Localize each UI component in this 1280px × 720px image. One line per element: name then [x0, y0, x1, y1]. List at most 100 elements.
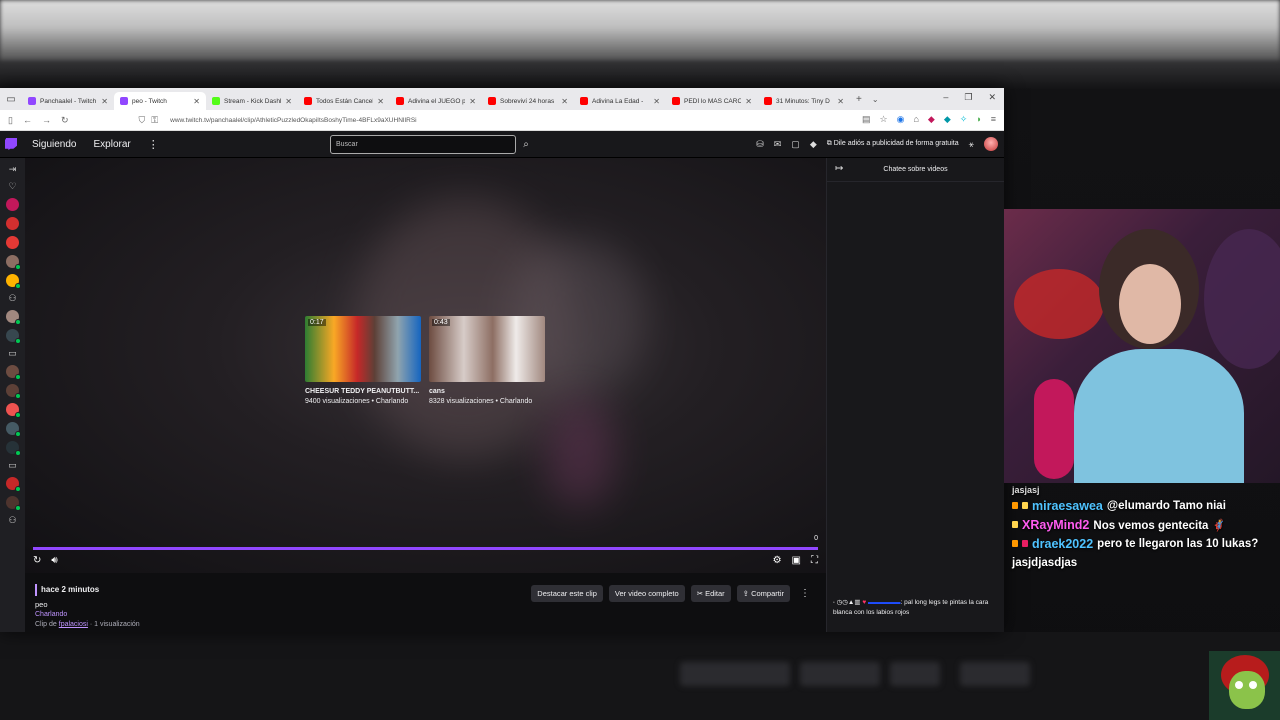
volume-icon[interactable]: 🔊︎ — [51, 555, 57, 566]
sidebar-toggle-icon[interactable]: ▯ — [8, 115, 13, 126]
ad-free-button[interactable]: ⧉ Dile adiós a publicidad de forma gratu… — [827, 140, 959, 148]
tab-list-icon[interactable]: ▭ — [0, 94, 22, 105]
bookmark-star-icon[interactable]: ☆ — [880, 114, 888, 125]
more-options-icon[interactable]: ⋮ — [800, 588, 810, 599]
share-button[interactable]: ⇪ Compartir — [736, 585, 790, 602]
feature-clip-button[interactable]: Destacar este clip — [531, 585, 603, 602]
browser-menu-icon[interactable]: ≡ — [991, 114, 996, 125]
clip-title[interactable]: CHEESUR TEDDY PEANUTBUTT... — [305, 388, 421, 395]
clip-thumbnail[interactable]: 0:43 — [429, 316, 545, 382]
followed-channel-avatar[interactable] — [6, 477, 21, 492]
followed-channel-avatar[interactable] — [6, 329, 21, 344]
progress-bar[interactable] — [33, 547, 818, 550]
forward-icon[interactable]: → — [42, 115, 51, 126]
whispers-icon[interactable]: ▢ — [791, 139, 800, 150]
tab-close-icon[interactable]: ✕ — [285, 97, 292, 106]
extension-icon[interactable]: ◗ — [976, 114, 981, 125]
tab-close-icon[interactable]: ✕ — [653, 97, 660, 106]
browser-tab[interactable]: PEDÍ lo MÁS CARO ✕ — [666, 92, 758, 110]
followed-channel-avatar[interactable] — [6, 217, 19, 230]
followed-channel-avatar[interactable] — [6, 496, 21, 511]
followed-channel-avatar[interactable] — [6, 310, 21, 325]
chat-badge-icon — [1022, 502, 1028, 509]
reload-icon[interactable]: ↻ — [61, 115, 69, 126]
tab-close-icon[interactable]: ✕ — [561, 97, 568, 106]
extension-icon[interactable]: ⌂ — [913, 114, 918, 125]
webcam-overlay — [1004, 209, 1280, 483]
add-friend-icon[interactable]: ⚇ — [7, 515, 19, 526]
tab-title: Panchaalel - Twitch — [40, 97, 97, 105]
clip-category[interactable]: Charlando — [35, 611, 67, 618]
share-icon: ⇪ — [742, 589, 749, 598]
translate-extension-icon[interactable]: ⚹ — [969, 139, 974, 150]
followed-channel-avatar[interactable] — [6, 255, 21, 270]
fullscreen-icon[interactable]: ⛶ — [811, 555, 818, 566]
more-icon[interactable]: ⋮ — [148, 138, 159, 151]
tab-close-icon[interactable]: ✕ — [377, 97, 384, 106]
clip-actions: Destacar este clip Ver video completo ✂ … — [531, 585, 810, 602]
recommended-clip[interactable]: 0:43 cans 8328 visualizaciones • Charlan… — [429, 316, 545, 405]
browser-tab[interactable]: 31 Minutos: Tiny D ✕ — [758, 92, 850, 110]
video-player[interactable]: 0:17 CHEESUR TEDDY PEANUTBUTT... 9400 vi… — [25, 158, 826, 573]
clip-thumbnail[interactable]: 0:17 — [305, 316, 421, 382]
followed-channel-avatar[interactable] — [6, 422, 21, 437]
search-input[interactable] — [330, 135, 516, 154]
extension-icon[interactable]: ◉ — [897, 114, 905, 125]
nav-following[interactable]: Siguiendo — [32, 139, 76, 150]
prime-loot-icon[interactable]: ⛁ — [756, 139, 764, 150]
inbox-icon[interactable]: ✉ — [774, 139, 782, 150]
browser-tab[interactable]: Todos Están Cancelando ✕ — [298, 92, 390, 110]
new-tab-icon[interactable]: + — [856, 94, 862, 105]
chat-username-redacted[interactable]: ▬▬▬▬▬ — [868, 599, 901, 606]
browser-tab[interactable]: Sobreviví 24 horas ✕ — [482, 92, 574, 110]
followed-channel-avatar[interactable] — [6, 236, 19, 249]
browser-tab[interactable]: Panchaalel - Twitch ✕ — [22, 92, 114, 110]
nav-explore[interactable]: Explorar — [93, 139, 130, 150]
followed-channel-avatar[interactable] — [6, 403, 21, 418]
bits-icon[interactable]: ◆ — [810, 139, 817, 150]
followed-channel-avatar[interactable] — [6, 365, 21, 380]
minimize-icon[interactable]: – — [943, 92, 948, 103]
full-video-button[interactable]: Ver video completo — [608, 585, 685, 602]
extension-icon[interactable]: ✧ — [960, 114, 968, 125]
url-text[interactable]: www.twitch.tv/panchaalel/clip/AthleticPu… — [170, 117, 417, 124]
tab-close-icon[interactable]: ✕ — [837, 97, 844, 106]
edit-button[interactable]: ✂ Editar — [690, 585, 731, 602]
reader-view-icon[interactable]: ▤ — [862, 114, 871, 125]
followed-channel-avatar[interactable] — [6, 384, 21, 399]
browser-tab[interactable]: Stream - Kick Dashboar ✕ — [206, 92, 298, 110]
shield-icon[interactable]: ⛉ — [139, 115, 146, 126]
replay-icon[interactable]: ↻ — [33, 555, 41, 566]
avatar[interactable] — [984, 137, 998, 151]
search-icon[interactable]: ⌕ — [518, 135, 534, 154]
tab-close-icon[interactable]: ✕ — [193, 97, 200, 106]
tab-close-icon[interactable]: ✕ — [745, 97, 752, 106]
back-icon[interactable]: ← — [23, 115, 32, 126]
tab-close-icon[interactable]: ✕ — [469, 97, 476, 106]
close-icon[interactable]: ✕ — [988, 92, 996, 103]
settings-gear-icon[interactable]: ⚙ — [773, 555, 782, 566]
extension-icon[interactable]: ◆ — [944, 114, 951, 125]
followed-channel-avatar[interactable] — [6, 441, 21, 456]
theatre-mode-icon[interactable]: ▣ — [792, 555, 801, 566]
onscreen-chat-overlay: jasjasj miraesawea @elumardo Tamo niai X… — [1012, 484, 1280, 572]
twitch-logo-icon[interactable] — [5, 138, 17, 150]
recommended-clip[interactable]: 0:17 CHEESUR TEDDY PEANUTBUTT... 9400 vi… — [305, 316, 421, 405]
collapse-sidebar-icon[interactable]: ⇥ — [7, 164, 19, 175]
extension-icon[interactable]: ◆ — [928, 114, 935, 125]
lock-icon[interactable]: ⚿ — [151, 115, 158, 126]
chat-badge-icon — [1012, 540, 1018, 547]
browser-tab[interactable]: Adivina La Edad - ✕ — [574, 92, 666, 110]
browser-tab[interactable]: Adivina el JUEGO por l✕ — [390, 92, 482, 110]
followed-channel-avatar[interactable] — [6, 274, 21, 289]
url-field[interactable]: ⛉ ⚿ www.twitch.tv/panchaalel/clip/Athlet… — [139, 115, 417, 126]
heart-icon[interactable]: ♡ — [7, 181, 19, 192]
tab-close-icon[interactable]: ✕ — [101, 97, 108, 106]
browser-tab-active[interactable]: peo - Twitch ✕ — [114, 92, 206, 110]
followed-channel-avatar[interactable] — [6, 198, 19, 211]
chevron-down-icon[interactable]: ⌄ — [872, 95, 879, 104]
clip-accent-bar — [35, 584, 37, 596]
clip-title[interactable]: cans — [429, 388, 545, 395]
restore-icon[interactable]: ❐ — [964, 92, 972, 103]
clipper-link[interactable]: fpalaciosi — [59, 621, 88, 628]
